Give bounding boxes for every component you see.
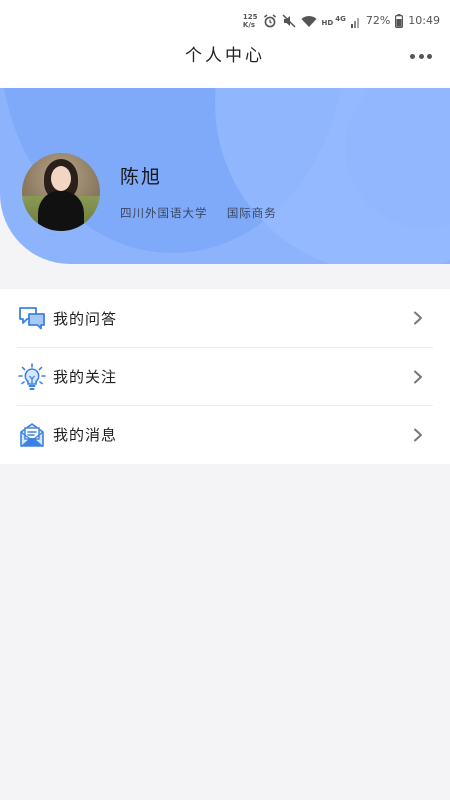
alarm-icon (263, 14, 277, 28)
menu-list: 我的问答 我的关注 我的消息 (0, 289, 450, 464)
lte-label: 4G (335, 15, 346, 23)
menu-item-my-messages[interactable]: 我的消息 (17, 405, 433, 463)
chevron-right-icon (411, 311, 425, 325)
user-major: 国际商务 (226, 206, 277, 220)
status-icons: 125 K/s HD 4G 72% 10:49 (243, 13, 440, 29)
screen: 125 K/s HD 4G 72% 10:49 个人中心 陈旭 四川外国语大学 … (0, 0, 450, 800)
hd-label: HD (321, 19, 334, 27)
signal-icon (350, 15, 361, 28)
more-options-icon[interactable] (410, 50, 432, 62)
battery-icon (395, 14, 404, 28)
profile-banner: 陈旭 四川外国语大学 国际商务 (0, 88, 450, 264)
chevron-right-icon (411, 370, 425, 384)
page-title: 个人中心 (185, 46, 265, 66)
menu-label-my-follows: 我的关注 (53, 368, 118, 386)
nav-bar: 个人中心 (0, 40, 450, 88)
network-speed-value: 125 (242, 13, 258, 21)
avatar[interactable] (22, 153, 100, 231)
menu-item-my-follows[interactable]: 我的关注 (17, 347, 433, 405)
network-speed-unit: K/s (242, 21, 256, 29)
user-school: 四川外国语大学 (120, 206, 208, 220)
chevron-right-icon (411, 428, 425, 442)
user-name: 陈旭 (120, 166, 163, 188)
chat-bubbles-icon (17, 303, 47, 333)
menu-item-my-qa[interactable]: 我的问答 (17, 289, 433, 347)
lightbulb-icon (17, 362, 47, 392)
wifi-icon (301, 15, 317, 28)
clock: 10:49 (408, 14, 440, 27)
menu-label-my-messages: 我的消息 (53, 426, 118, 444)
status-bar: 125 K/s HD 4G 72% 10:49 (0, 0, 450, 40)
envelope-icon (17, 420, 47, 450)
battery-percent: 72% (365, 14, 391, 27)
network-speed: 125 K/s (243, 13, 258, 29)
mute-icon (282, 14, 296, 28)
user-affiliation: 四川外国语大学 国际商务 (120, 205, 277, 221)
signal-labels: HD 4G (322, 15, 346, 27)
menu-label-my-qa: 我的问答 (53, 309, 118, 328)
